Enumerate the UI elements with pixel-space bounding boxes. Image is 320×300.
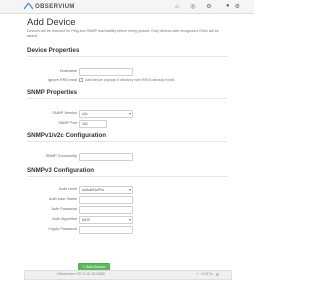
hostname-label: Hostname [59,69,77,73]
snmp-community-row: SNMP Community [27,153,227,161]
auth-password-label: Auth Password [51,207,77,211]
snmp-version-select[interactable]: v2c ▾ [79,110,133,118]
nav-icons: ⌂ ◎ ⚙ [172,3,214,11]
user-icon[interactable]: ● [226,3,230,10]
divider [27,176,227,177]
divider [27,98,227,99]
crypto-password-row: Crypto Password [27,226,227,234]
snmp-community-label: SNMP Community [45,154,77,158]
divider [27,141,227,142]
snmp-version-value: v2c [82,112,88,116]
logo[interactable]: OBSERVIUM [24,3,75,10]
auth-username-label: Auth User Name [48,197,77,201]
ignore-rrd-control: Add device anyway if directory with RRDs… [79,78,174,82]
snmp-port-row: SNMP Port 161 [27,120,227,128]
auth-username-row: Auth User Name [27,196,227,204]
snmp-version-row: SNMP Version v2c ▾ [27,110,227,118]
chevron-down-icon: ▾ [128,187,131,192]
plus-icon: + [82,265,85,269]
snmp-community-input[interactable] [79,153,133,161]
gear-icon[interactable]: ⚙ [216,272,219,277]
divider [27,56,227,57]
hostname-row: Hostname [27,68,227,76]
top-navbar: OBSERVIUM ⌂ ◎ ⚙ ● ⚙ [0,0,254,14]
ignore-rrd-row: Ignore RRD exist Add device anyway if di… [27,77,227,85]
intro-text: Devices will be checked for Ping and SNM… [27,29,219,38]
auth-password-input[interactable] [79,206,133,214]
ignore-rrd-checkbox[interactable] [79,78,83,82]
auth-level-select[interactable]: noAuthNoPriv ▾ [79,186,133,194]
gear-icon[interactable]: ⚙ [204,3,214,10]
section-device-properties: Device Properties [27,47,80,54]
snmp-version-label: SNMP Version [52,111,77,115]
auth-level-label: Auth Level [59,187,77,191]
clock-icon: ◔ [195,272,199,276]
snmp-port-input[interactable]: 161 [79,120,107,128]
auth-password-row: Auth Password [27,206,227,214]
observium-logo-icon [24,3,33,10]
footer-version: Observium CE 0.15.10.6585 [57,272,105,276]
ignore-rrd-checkbox-label: Add device anyway if directory with RRDs… [85,78,175,82]
nav-right: ● ⚙ [226,3,240,10]
hostname-input[interactable] [79,68,133,76]
auth-algorithm-row: Auth Algorithm MD5 ▾ [27,216,227,224]
footer-bar: Observium CE 0.15.10.6585 ◔ 0.017s ⚙ [24,270,232,280]
auth-level-row: Auth Level noAuthNoPriv ▾ [27,186,227,194]
auth-algorithm-value: MD5 [82,218,90,222]
page-title: Add Device [27,17,76,28]
section-snmp-v3: SNMPv3 Configuration [27,167,95,174]
crypto-password-input[interactable] [79,226,133,234]
auth-algorithm-label: Auth Algorithm [52,217,77,221]
logo-text: OBSERVIUM [35,3,75,10]
section-snmp-v12c: SNMPv1/v2c Configuration [27,132,107,139]
footer-right: ◔ 0.017s ⚙ [196,272,219,277]
footer-timing: 0.017s [201,272,213,276]
auth-level-value: noAuthNoPriv [82,188,105,192]
add-device-label: Add Device [85,265,106,269]
section-snmp-properties: SNMP Properties [27,89,78,96]
globe-icon[interactable]: ◎ [188,3,198,10]
crypto-password-label: Crypto Password [48,227,77,231]
auth-algorithm-select[interactable]: MD5 ▾ [79,216,133,224]
chevron-down-icon: ▾ [128,217,131,222]
chevron-down-icon: ▾ [128,111,131,116]
home-icon[interactable]: ⌂ [172,3,182,10]
ignore-rrd-label: Ignore RRD exist [48,78,77,82]
snmp-port-label: SNMP Port [58,121,77,125]
settings-icon[interactable]: ⚙ [235,3,240,10]
auth-username-input[interactable] [79,196,133,204]
